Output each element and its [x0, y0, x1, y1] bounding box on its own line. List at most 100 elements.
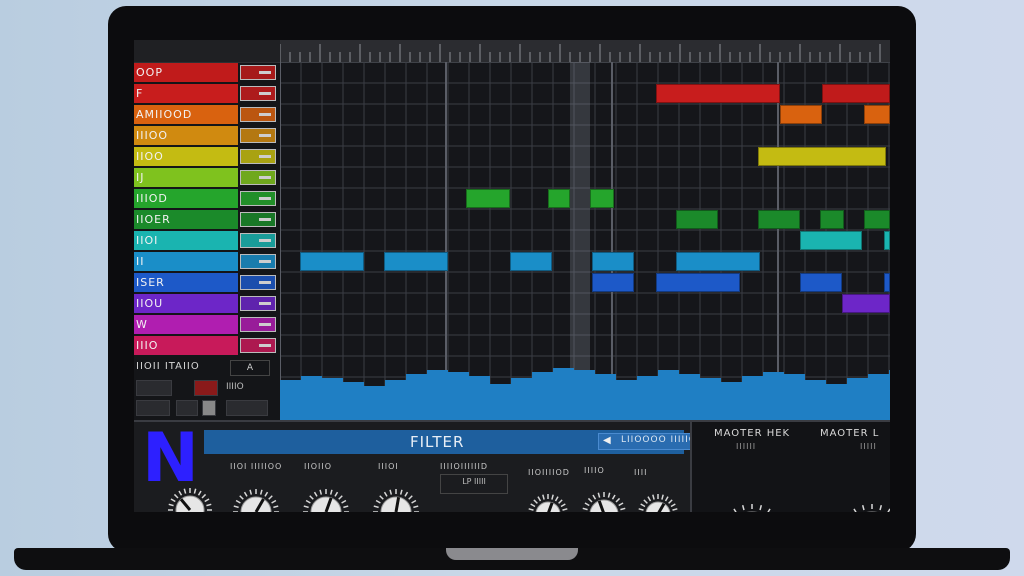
track-level-meter[interactable]	[240, 212, 276, 227]
knob-tick	[530, 503, 536, 508]
knob-tick	[528, 508, 534, 511]
track-row[interactable]: IIOI	[134, 231, 280, 250]
track-row[interactable]: W	[134, 315, 280, 334]
track-row[interactable]: IIIO	[134, 336, 280, 355]
track-name: IJ	[134, 168, 238, 187]
knob-tick	[273, 505, 279, 509]
sequencer-grid[interactable]	[280, 40, 890, 420]
note-block[interactable]	[884, 231, 890, 250]
track-row[interactable]: IIIOO	[134, 126, 280, 145]
note-block[interactable]	[656, 273, 740, 292]
track-row[interactable]: IIIOD	[134, 189, 280, 208]
track-row[interactable]: AMIIOOD	[134, 105, 280, 124]
note-block[interactable]	[676, 210, 718, 229]
track-level-meter[interactable]	[240, 149, 276, 164]
knob[interactable]	[582, 492, 626, 512]
knob-tick	[554, 496, 559, 502]
knob-tick	[268, 495, 273, 500]
knob-tick	[560, 503, 566, 508]
note-block[interactable]	[590, 189, 614, 208]
track-row[interactable]: IIOO	[134, 147, 280, 166]
knob-tick	[759, 505, 763, 511]
knob-tick	[383, 491, 388, 497]
note-block[interactable]	[780, 105, 822, 124]
timeline-ticks	[280, 44, 881, 62]
track-level-meter[interactable]	[240, 191, 276, 206]
knob-tick	[173, 493, 179, 499]
note-block[interactable]	[820, 210, 844, 229]
note-block[interactable]	[822, 84, 890, 103]
note-block[interactable]	[842, 294, 890, 313]
note-block[interactable]	[300, 252, 364, 271]
master-knobs	[716, 504, 890, 512]
track-level-meter[interactable]	[240, 170, 276, 185]
track-level-meter[interactable]	[240, 128, 276, 143]
knob[interactable]	[373, 489, 419, 512]
note-block[interactable]	[864, 105, 890, 124]
note-block[interactable]	[864, 210, 890, 229]
note-block[interactable]	[384, 252, 448, 271]
track-name: IIIOD	[134, 189, 238, 208]
track-row[interactable]: IIOU	[134, 294, 280, 313]
note-block[interactable]	[758, 147, 886, 166]
track-row[interactable]: II	[134, 252, 280, 271]
track-row[interactable]: OOP	[134, 63, 280, 82]
track-name: IIIO	[134, 336, 238, 355]
note-block[interactable]	[510, 252, 552, 271]
track-level-meter[interactable]	[240, 275, 276, 290]
knob-tick	[643, 499, 648, 504]
note-block[interactable]	[758, 210, 800, 229]
timeline-ruler[interactable]	[280, 40, 890, 63]
track-level-meter[interactable]	[240, 86, 276, 101]
note-block[interactable]	[800, 231, 862, 250]
knob-tick	[672, 508, 678, 511]
note-block[interactable]	[592, 252, 634, 271]
knob-tick	[319, 489, 323, 495]
note-block[interactable]	[800, 273, 842, 292]
knob-tick	[271, 499, 277, 504]
track-level-meter[interactable]	[240, 317, 276, 332]
note-block[interactable]	[656, 84, 780, 103]
track-level-meter[interactable]	[240, 233, 276, 248]
track-level-meter[interactable]	[240, 107, 276, 122]
knob-tick	[206, 503, 212, 507]
track-level-meter[interactable]	[240, 296, 276, 311]
knob-body	[645, 501, 671, 512]
control-button[interactable]	[176, 400, 198, 416]
track-level-meter[interactable]	[240, 338, 276, 353]
track-level-meter[interactable]	[240, 254, 276, 269]
knob[interactable]	[716, 504, 788, 512]
track-row[interactable]: IIOER	[134, 210, 280, 229]
track-controls-value[interactable]: A	[230, 360, 270, 376]
track-row[interactable]: ISER	[134, 273, 280, 292]
knob[interactable]	[303, 489, 349, 512]
knob-tick	[183, 488, 187, 494]
note-block[interactable]	[592, 273, 634, 292]
track-name: IIIOO	[134, 126, 238, 145]
track-name: IIOO	[134, 147, 238, 166]
knob-tick	[652, 494, 655, 500]
note-block[interactable]	[676, 252, 760, 271]
track-row[interactable]: F	[134, 84, 280, 103]
knob-tick	[640, 503, 646, 508]
track-level-meter[interactable]	[240, 65, 276, 80]
knob[interactable]	[528, 494, 568, 512]
knob[interactable]	[638, 494, 678, 512]
knob[interactable]	[233, 489, 279, 512]
track-controls: IIOII ITAIIO A IIIIO	[134, 358, 280, 420]
note-block[interactable]	[884, 273, 890, 292]
note-block[interactable]	[466, 189, 510, 208]
knob-tick	[597, 492, 601, 498]
knob-tick	[375, 499, 381, 504]
control-button[interactable]	[202, 400, 216, 416]
knob[interactable]	[836, 504, 890, 512]
knob-tick	[607, 492, 611, 498]
control-button[interactable]	[136, 380, 172, 396]
knob-tick	[587, 497, 593, 503]
track-row[interactable]: IJ	[134, 168, 280, 187]
knob[interactable]	[168, 488, 212, 512]
record-button[interactable]	[194, 380, 218, 396]
note-block[interactable]	[548, 189, 570, 208]
control-button[interactable]	[136, 400, 170, 416]
control-button[interactable]	[226, 400, 268, 416]
